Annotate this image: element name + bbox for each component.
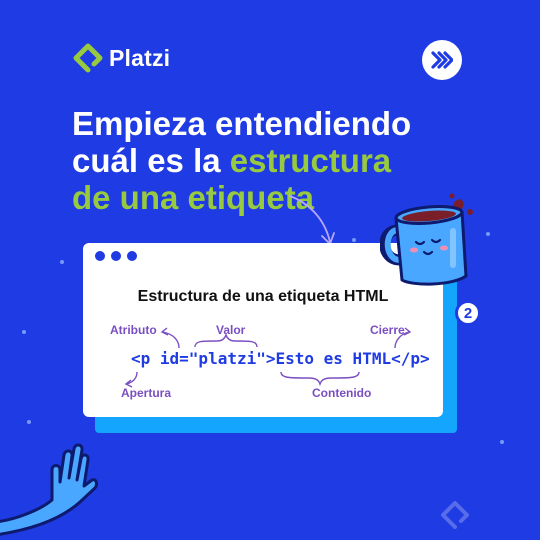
platzi-logo-icon — [73, 43, 103, 73]
coffee-mug-icon — [380, 193, 473, 286]
window-controls — [95, 251, 137, 261]
window-dot-icon — [95, 251, 105, 261]
brand-name: Platzi — [109, 44, 171, 71]
label-contenido: Contenido — [312, 386, 372, 400]
html-code-example: <p id="platzi">Esto es HTML</p> — [131, 349, 430, 368]
platzi-logo: Platzi — [73, 43, 170, 73]
headline-line3-green: de una etiqueta — [72, 179, 315, 216]
label-cierre: Cierre — [370, 323, 405, 337]
label-atributo: Atributo — [110, 323, 157, 337]
window-dot-icon — [111, 251, 121, 261]
double-chevron-right-icon — [431, 51, 453, 69]
next-slide-button[interactable] — [422, 40, 462, 80]
headline: Empieza entendiendo cuál es la estructur… — [72, 105, 411, 216]
headline-line1: Empieza entendiendo — [72, 105, 412, 142]
headline-line2-plain: cuál es la — [72, 142, 230, 179]
window-dot-icon — [127, 251, 137, 261]
label-apertura: Apertura — [121, 386, 172, 400]
slide-number-badge: 2 — [455, 300, 481, 326]
headline-line2-green: estructura — [229, 142, 392, 179]
label-valor: Valor — [216, 323, 246, 337]
platzi-watermark-icon — [441, 501, 469, 529]
waving-hand-icon — [0, 443, 98, 536]
